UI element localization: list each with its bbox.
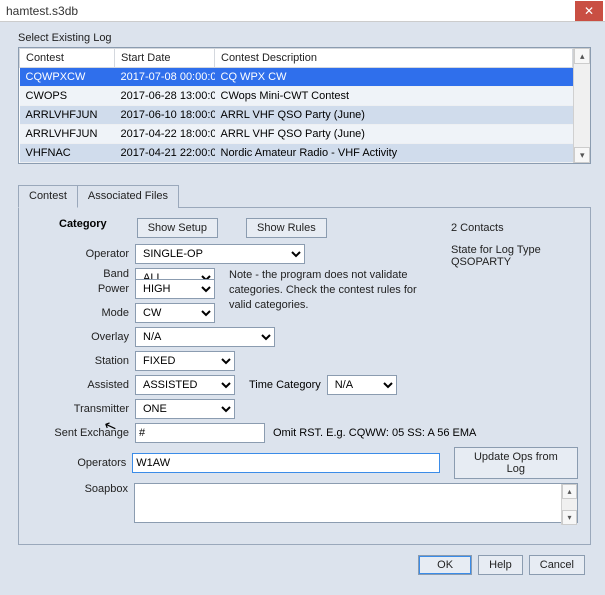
label-time-category: Time Category [249,379,321,391]
table-cell: ARRL VHF QSO Party (June) [215,106,573,125]
table-cell: ARRLVHFJUN [20,106,115,125]
mode-select[interactable]: CW [135,303,215,323]
contacts-count: 2 Contacts [451,222,590,234]
col-start[interactable]: Start Date [115,49,215,68]
station-select[interactable]: FIXED [135,351,235,371]
table-row[interactable]: ARRLVHFJUN2017-06-10 18:00:00ARRL VHF QS… [20,106,573,125]
tab-associated-files[interactable]: Associated Files [77,185,179,208]
table-row[interactable]: ARRLVHFJUN2017-04-22 18:00:00ARRL VHF QS… [20,125,573,144]
label-operators: Operators [31,457,126,469]
omit-note: Omit RST. E.g. CQWW: 05 SS: A 56 EMA [273,427,476,439]
transmitter-select[interactable]: ONE [135,399,235,419]
table-cell: CWops Mini-CWT Contest [215,87,573,106]
col-desc[interactable]: Contest Description [215,49,573,68]
table-row[interactable]: CWOPS2017-06-28 13:00:00CWops Mini-CWT C… [20,87,573,106]
soapbox-scrollbar[interactable]: ▴ ▾ [561,484,577,525]
table-cell: 2017-06-10 18:00:00 [115,106,215,125]
window-title: hamtest.s3db [6,4,575,18]
time-category-select[interactable]: N/A [327,375,397,395]
ok-button[interactable]: OK [418,555,472,575]
log-grid[interactable]: Contest Start Date Contest Description C… [18,47,591,164]
label-station: Station [31,355,129,367]
category-label: Category [59,218,107,230]
show-setup-button[interactable]: Show Setup [137,218,218,238]
grid-scrollbar[interactable]: ▴ ▾ [573,48,590,163]
soapbox-textarea[interactable] [134,483,578,523]
power-select[interactable]: HIGH [135,279,215,299]
grid-header-row: Contest Start Date Contest Description [20,49,573,68]
label-band: Band [31,268,129,280]
scroll-up-icon[interactable]: ▴ [574,48,590,64]
close-icon: ✕ [584,4,594,18]
sent-exchange-input[interactable] [135,423,265,443]
validate-note: Note - the program does not validate cat… [229,268,419,313]
tabstrip: Contest Associated Files [18,184,591,208]
label-sent-exchange: Sent Exchange [31,427,129,439]
show-rules-button[interactable]: Show Rules [246,218,327,238]
cancel-button[interactable]: Cancel [529,555,585,575]
help-button[interactable]: Help [478,555,523,575]
assisted-select[interactable]: ASSISTED [135,375,235,395]
title-bar: hamtest.s3db ✕ [0,0,605,22]
label-power: Power [31,283,129,295]
table-cell: ARRLVHFJUN [20,125,115,144]
label-soapbox: Soapbox [31,483,128,495]
state-for-log-type: State for Log Type QSOPARTY [451,244,590,268]
label-overlay: Overlay [31,331,129,343]
table-cell: CWOPS [20,87,115,106]
contest-panel: Category Show Setup Show Rules 2 Contact… [18,208,591,545]
table-cell: 2017-04-22 18:00:00 [115,125,215,144]
table-row[interactable]: VHFNAC2017-04-21 22:00:00Nordic Amateur … [20,144,573,163]
table-cell: ARRL VHF QSO Party (June) [215,125,573,144]
table-cell: 2017-04-21 22:00:00 [115,144,215,163]
table-cell: Nordic Amateur Radio - VHF Activity [215,144,573,163]
label-assisted: Assisted [31,379,129,391]
col-contest[interactable]: Contest [20,49,115,68]
table-row[interactable]: CQWPXCW2017-07-08 00:00:00CQ WPX CW [20,68,573,87]
tab-contest[interactable]: Contest [18,185,78,208]
close-button[interactable]: ✕ [575,1,603,21]
scroll-down-icon[interactable]: ▾ [574,147,590,163]
label-mode: Mode [31,307,129,319]
operator-select[interactable]: SINGLE-OP [135,244,305,264]
operators-input[interactable] [132,453,439,473]
table-cell: 2017-06-28 13:00:00 [115,87,215,106]
scroll-up-icon[interactable]: ▴ [562,484,577,499]
table-cell: 2017-07-08 00:00:00 [115,68,215,87]
update-ops-button[interactable]: Update Ops from Log [454,447,578,479]
label-transmitter: Transmitter [31,403,129,415]
scroll-down-icon[interactable]: ▾ [562,510,577,525]
label-operator: Operator [31,248,129,260]
overlay-select[interactable]: N/A [135,327,275,347]
table-cell: CQWPXCW [20,68,115,87]
table-cell: VHFNAC [20,144,115,163]
select-existing-log-label: Select Existing Log [18,32,591,44]
table-cell: CQ WPX CW [215,68,573,87]
